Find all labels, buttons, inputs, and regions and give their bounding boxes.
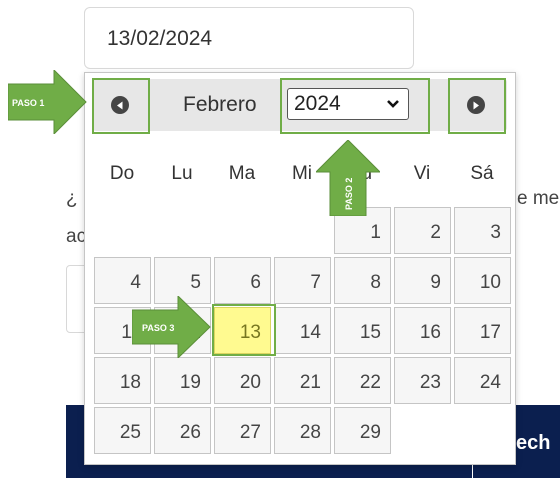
day-cell[interactable]: 21 — [274, 357, 331, 404]
day-cell[interactable]: 24 — [454, 357, 511, 404]
weekday-label: Lu — [171, 163, 193, 184]
day-cell[interactable]: 16 — [394, 307, 451, 354]
highlight-next-button — [448, 78, 506, 134]
weekday-label: Ma — [228, 163, 256, 184]
day-cell[interactable]: 14 — [274, 307, 331, 354]
day-cell[interactable]: 6 — [214, 257, 271, 304]
day-cell[interactable]: 2 — [394, 207, 451, 254]
day-cell[interactable]: 18 — [94, 357, 151, 404]
bg-footer-text: ech — [516, 432, 551, 454]
step3-arrow: PASO 3 — [132, 296, 211, 358]
day-cell[interactable]: 3 — [454, 207, 511, 254]
day-cell[interactable]: 19 — [154, 357, 211, 404]
day-cell[interactable]: 10 — [454, 257, 511, 304]
day-cell[interactable]: 7 — [274, 257, 331, 304]
highlight-selected-day — [212, 304, 276, 356]
day-cell[interactable]: 27 — [214, 407, 271, 454]
step1-arrow: PASO 1 — [8, 70, 87, 134]
highlight-prev-button — [92, 78, 150, 134]
date-input[interactable]: 13/02/2024 — [84, 7, 414, 69]
step1-label: PASO 1 — [12, 98, 44, 108]
weekday-label: Do — [109, 163, 135, 184]
day-cell[interactable]: 8 — [334, 257, 391, 304]
day-cell[interactable]: 25 — [94, 407, 151, 454]
weekday-label: Vi — [413, 163, 431, 184]
day-cell[interactable]: 20 — [214, 357, 271, 404]
day-cell[interactable]: 9 — [394, 257, 451, 304]
day-cell[interactable]: 23 — [394, 357, 451, 404]
day-cell[interactable]: 28 — [274, 407, 331, 454]
day-cell[interactable]: 17 — [454, 307, 511, 354]
month-label: Febrero — [183, 93, 257, 116]
step2-arrow: PASO 2 — [316, 140, 380, 216]
bg-text-line1-prefix: ¿ — [66, 188, 78, 209]
day-cell[interactable]: 22 — [334, 357, 391, 404]
bg-text-line1-suffix: e me — [517, 188, 560, 209]
day-cell[interactable]: 26 — [154, 407, 211, 454]
step2-label: PASO 2 — [344, 178, 354, 210]
day-cell[interactable]: 29 — [334, 407, 391, 454]
weekday-label: Sá — [470, 163, 494, 184]
day-cell[interactable]: 15 — [334, 307, 391, 354]
highlight-year-select — [280, 78, 430, 134]
step3-label: PASO 3 — [142, 323, 174, 333]
